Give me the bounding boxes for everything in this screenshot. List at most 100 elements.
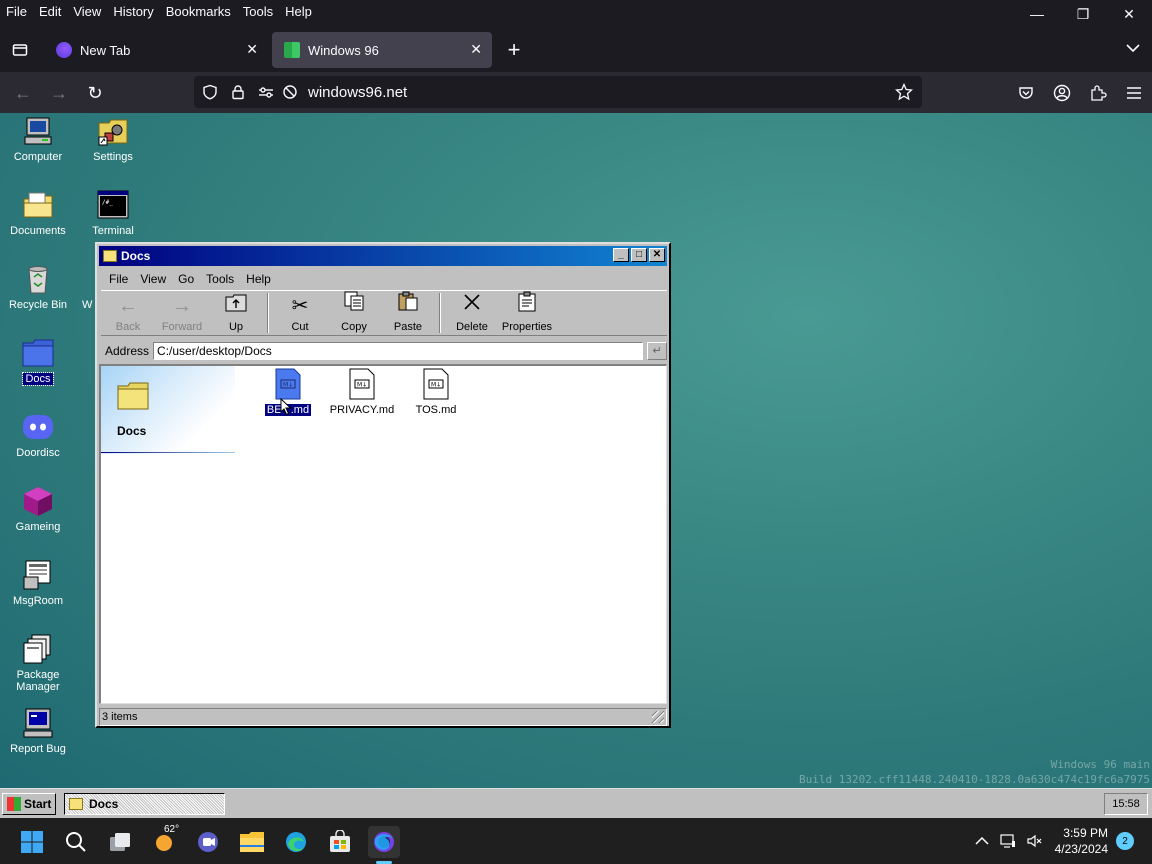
display-icon[interactable] (995, 833, 1021, 849)
desktop-icon-partial[interactable]: W (74, 263, 94, 311)
windows-start-icon[interactable] (16, 826, 48, 858)
menu-history[interactable]: History (107, 2, 159, 22)
menu-bookmarks[interactable]: Bookmarks (160, 2, 237, 22)
svg-text:/#_: /#_ (102, 199, 113, 206)
desktop-icon-doordisc[interactable]: Doordisc (0, 411, 76, 459)
desktop-icon-docs[interactable]: Docs (0, 337, 76, 386)
menu-edit[interactable]: Edit (33, 2, 67, 22)
forward-button[interactable]: → Forward (155, 291, 209, 335)
explorer-menu-view[interactable]: View (134, 270, 172, 288)
explorer-menu-file[interactable]: File (103, 270, 134, 288)
lock-icon[interactable] (226, 80, 250, 104)
back-button[interactable]: ← Back (101, 291, 155, 335)
maximize-button[interactable]: □ (631, 248, 647, 262)
taskbar-item-docs[interactable]: Docs (64, 793, 225, 815)
desktop-icon-settings[interactable]: Settings (75, 115, 151, 163)
address-input[interactable]: C:/user/desktop/Docs (153, 342, 644, 360)
extensions-icon[interactable] (1080, 80, 1116, 106)
forward-arrow-icon: → (172, 295, 192, 317)
system-tray: 3:59 PM 4/23/2024 2 (969, 818, 1152, 864)
desktop-icon-computer[interactable]: Computer (0, 115, 76, 163)
restore-icon[interactable]: ❐ (1060, 0, 1106, 28)
minimize-icon[interactable]: — (1014, 0, 1060, 28)
file-item[interactable]: M↓ TOS.md (401, 368, 471, 416)
menu-view[interactable]: View (67, 2, 107, 22)
firefox-taskbar-icon[interactable] (368, 826, 400, 858)
explorer-menu-bar: File View Go Tools Help (103, 270, 277, 288)
desktop-icon-report-bug[interactable]: Report Bug (0, 707, 76, 755)
teams-icon[interactable] (192, 826, 224, 858)
account-icon[interactable] (1044, 80, 1080, 106)
back-arrow-icon: ← (118, 295, 138, 317)
start-button[interactable]: Start (2, 793, 56, 815)
tab-close-icon[interactable]: ✕ (246, 41, 258, 58)
scissors-icon: ✂ (291, 295, 309, 317)
windows96-taskbar: Start Docs 15:58 (0, 788, 1152, 818)
game-icon (22, 485, 54, 517)
folder-icon (117, 382, 149, 410)
toolbar-right (1008, 80, 1152, 106)
copy-icon (343, 290, 365, 317)
desktop-icon-documents[interactable]: Documents (0, 189, 76, 237)
file-explorer-icon[interactable] (236, 826, 268, 858)
go-arrow-icon[interactable]: ↵ (647, 342, 667, 360)
menu-help[interactable]: Help (279, 2, 318, 22)
address-bar: Address C:/user/desktop/Docs ↵ (101, 340, 667, 362)
notification-badge[interactable]: 2 (1116, 832, 1134, 850)
tab-windows-96[interactable]: Windows 96 ✕ (272, 32, 492, 68)
autoplay-blocked-icon[interactable] (278, 80, 302, 104)
firefox-view-icon[interactable] (8, 38, 32, 62)
url-bar[interactable]: windows96.net (194, 76, 922, 108)
tab-new-tab[interactable]: New Tab ✕ (44, 32, 268, 68)
task-view-icon[interactable] (104, 826, 136, 858)
system-clock[interactable]: 3:59 PM 4/23/2024 (1055, 825, 1108, 857)
delete-button[interactable]: Delete (445, 291, 499, 335)
minimize-button[interactable]: _ (613, 248, 629, 262)
explorer-menu-help[interactable]: Help (240, 270, 277, 288)
pocket-icon[interactable] (1008, 80, 1044, 106)
chevron-up-icon[interactable] (969, 836, 995, 846)
bookmark-star-icon[interactable] (892, 80, 916, 104)
forward-arrow-icon[interactable]: → (46, 80, 72, 106)
file-item[interactable]: M↓ PRIVACY.md (327, 368, 397, 416)
properties-button[interactable]: Properties (499, 291, 555, 335)
store-icon[interactable] (324, 826, 356, 858)
search-icon[interactable] (60, 826, 92, 858)
volume-muted-icon[interactable] (1021, 833, 1047, 849)
desktop-icon-recycle-bin[interactable]: Recycle Bin (0, 263, 76, 311)
resize-grip-icon[interactable] (652, 711, 664, 723)
address-label: Address (105, 344, 150, 358)
hamburger-menu-icon[interactable] (1116, 80, 1152, 106)
taskbar-clock: 15:58 (1104, 793, 1148, 815)
reload-icon[interactable]: ↻ (82, 80, 108, 106)
desktop-icon-gameing[interactable]: Gameing (0, 485, 76, 533)
menu-file[interactable]: File (0, 2, 33, 22)
explorer-menu-go[interactable]: Go (172, 270, 200, 288)
close-button[interactable]: ✕ (649, 248, 665, 262)
desktop-icon-package-manager[interactable]: Package Manager (0, 633, 76, 693)
file-label: TOS.md (415, 404, 457, 416)
chevron-down-icon[interactable] (1126, 40, 1140, 56)
menu-tools[interactable]: Tools (237, 2, 279, 22)
cut-button[interactable]: ✂ Cut (273, 291, 327, 335)
close-icon[interactable]: ✕ (1106, 0, 1152, 28)
status-bar: 3 items (99, 708, 667, 726)
paste-icon (397, 290, 419, 317)
up-button[interactable]: Up (209, 291, 263, 335)
explorer-menu-tools[interactable]: Tools (200, 270, 240, 288)
window-controls: — ❐ ✕ (1014, 0, 1152, 28)
desktop-icon-msgroom[interactable]: MsgRoom (0, 559, 76, 607)
tab-close-icon[interactable]: ✕ (470, 41, 482, 58)
edge-icon[interactable] (280, 826, 312, 858)
paste-button[interactable]: Paste (381, 291, 435, 335)
new-tab-icon[interactable]: + (502, 37, 526, 62)
copy-button[interactable]: Copy (327, 291, 381, 335)
shield-icon[interactable] (198, 80, 222, 104)
window-titlebar[interactable]: Docs _ □ ✕ (99, 246, 667, 266)
back-arrow-icon[interactable]: ← (10, 80, 36, 106)
desktop-icon-terminal[interactable]: /#_ Terminal (75, 189, 151, 237)
permissions-icon[interactable] (254, 80, 278, 104)
delete-x-icon (462, 292, 482, 317)
windows96-desktop: Computer Settings Documents /#_ Terminal… (0, 113, 1152, 788)
file-view[interactable]: Docs M↓ BE .md M↓ PRIVACY.md M↓ TOS.md (99, 364, 667, 704)
